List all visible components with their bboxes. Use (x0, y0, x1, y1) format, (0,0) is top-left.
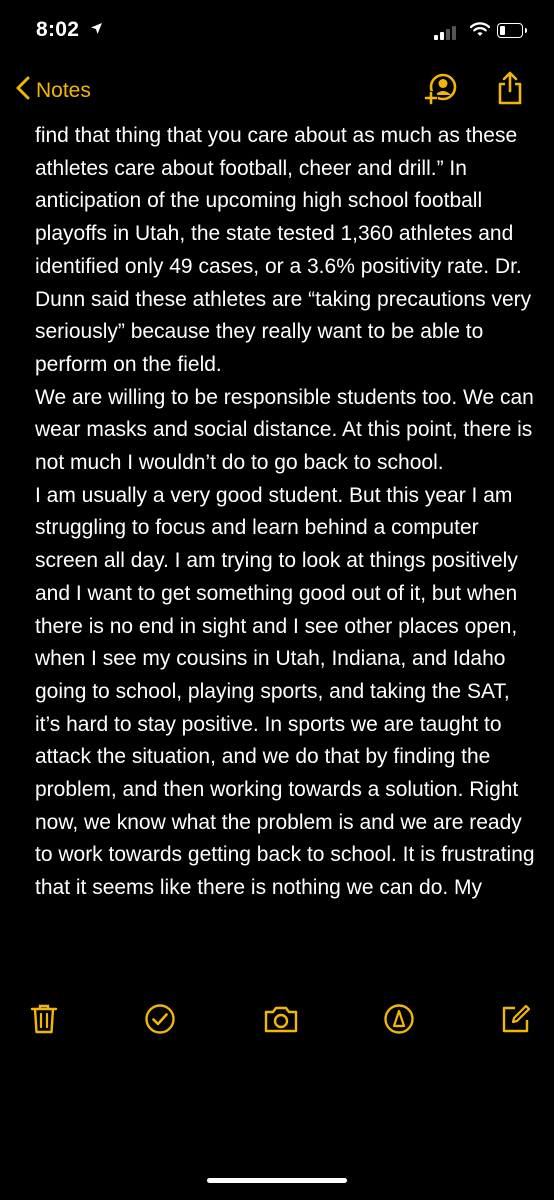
compose-icon[interactable] (500, 1003, 532, 1040)
battery-icon (497, 23, 527, 38)
wifi-icon (469, 22, 491, 42)
note-paragraph: We are willing to be responsible student… (35, 385, 534, 475)
note-paragraph: find that thing that you care about as m… (35, 124, 532, 376)
markup-pen-icon[interactable] (383, 1003, 415, 1040)
back-label: Notes (36, 78, 91, 102)
camera-icon[interactable] (263, 1003, 299, 1040)
chevron-left-icon (16, 76, 30, 105)
cellular-signal-icon (434, 26, 456, 40)
bottom-toolbar (0, 1003, 554, 1063)
home-indicator[interactable] (207, 1178, 347, 1183)
checklist-icon[interactable] (144, 1003, 176, 1040)
add-collaborator-icon[interactable] (422, 72, 460, 113)
note-paragraph: I am usually a very good student. But th… (35, 483, 535, 900)
nav-bar: Notes (0, 66, 554, 116)
back-button[interactable]: Notes (16, 76, 91, 105)
note-body[interactable]: find that thing that you care about as m… (35, 120, 540, 980)
status-bar: 8:02 (0, 0, 554, 66)
share-icon[interactable] (496, 70, 524, 111)
status-time: 8:02 (36, 18, 80, 41)
location-arrow-icon (90, 22, 103, 40)
trash-icon[interactable] (30, 1003, 58, 1040)
